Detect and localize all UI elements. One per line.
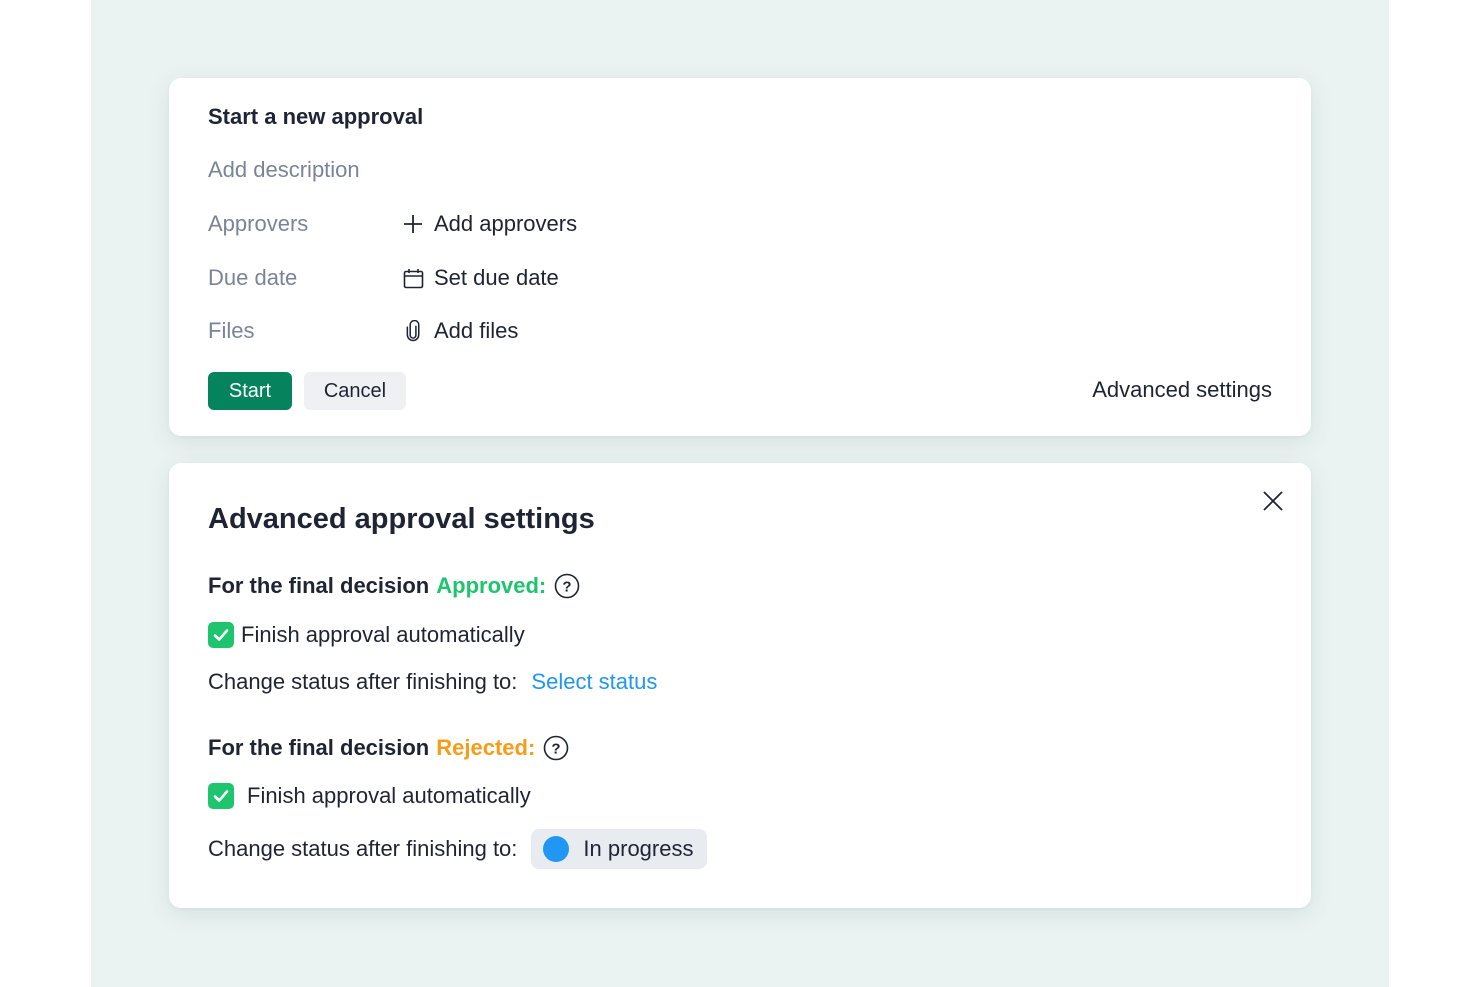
approved-decision-label: Approved: bbox=[436, 573, 547, 598]
calendar-icon bbox=[402, 267, 424, 289]
new-approval-title: Start a new approval bbox=[208, 104, 424, 129]
add-files-button[interactable]: Add files bbox=[402, 318, 518, 344]
rejected-decision-label: Rejected: bbox=[436, 735, 536, 760]
approved-heading-prefix: For the final decision bbox=[208, 573, 430, 598]
status-dot bbox=[543, 836, 570, 862]
approved-status-label: Change status after finishing to: bbox=[208, 669, 518, 694]
set-due-date-button[interactable]: Set due date bbox=[402, 265, 559, 291]
advanced-settings-title: Advanced approval settings bbox=[208, 503, 595, 535]
plus-icon bbox=[402, 213, 424, 235]
approved-section-heading: For the final decision Approved: ? bbox=[208, 573, 580, 599]
rejected-heading-prefix: For the final decision bbox=[208, 735, 430, 760]
approved-finish-automatically[interactable]: Finish approval automatically bbox=[208, 622, 525, 648]
files-label: Files bbox=[208, 318, 255, 343]
due-date-label: Due date bbox=[208, 265, 298, 290]
help-icon[interactable]: ? bbox=[543, 735, 569, 761]
rejected-section-heading: For the final decision Rejected: ? bbox=[208, 735, 569, 761]
rejected-status-row: Change status after finishing to: In pro… bbox=[208, 829, 708, 869]
approvers-label: Approvers bbox=[208, 211, 309, 236]
advanced-settings-card: Advanced approval settings For the final… bbox=[169, 463, 1311, 908]
help-icon[interactable]: ? bbox=[554, 573, 580, 599]
cancel-button[interactable]: Cancel bbox=[304, 372, 406, 410]
svg-text:?: ? bbox=[552, 741, 561, 758]
add-files-label: Add files bbox=[434, 318, 519, 343]
approved-status-row: Change status after finishing to: Select… bbox=[208, 669, 657, 695]
rejected-finish-automatically[interactable]: Finish approval automatically bbox=[208, 783, 531, 809]
new-approval-card: Start a new approval Add description App… bbox=[169, 78, 1311, 436]
status-pill[interactable]: In progress bbox=[531, 829, 708, 869]
add-approvers-label: Add approvers bbox=[434, 211, 578, 236]
rejected-status-label: Change status after finishing to: bbox=[208, 836, 518, 861]
advanced-settings-link[interactable]: Advanced settings bbox=[1092, 377, 1272, 403]
status-pill-label: In progress bbox=[583, 836, 694, 861]
approved-checkbox-label: Finish approval automatically bbox=[241, 622, 525, 647]
close-icon[interactable] bbox=[1261, 489, 1285, 513]
svg-text:?: ? bbox=[563, 579, 572, 596]
checkbox-checked-icon[interactable] bbox=[208, 783, 234, 809]
rejected-checkbox-label: Finish approval automatically bbox=[247, 783, 531, 808]
add-approvers-button[interactable]: Add approvers bbox=[402, 211, 577, 237]
description-input[interactable]: Add description bbox=[208, 157, 360, 183]
set-due-date-label: Set due date bbox=[434, 265, 559, 290]
checkbox-checked-icon[interactable] bbox=[208, 622, 234, 648]
paperclip-icon bbox=[402, 320, 424, 342]
start-button[interactable]: Start bbox=[208, 372, 292, 410]
select-status-link[interactable]: Select status bbox=[531, 669, 657, 695]
